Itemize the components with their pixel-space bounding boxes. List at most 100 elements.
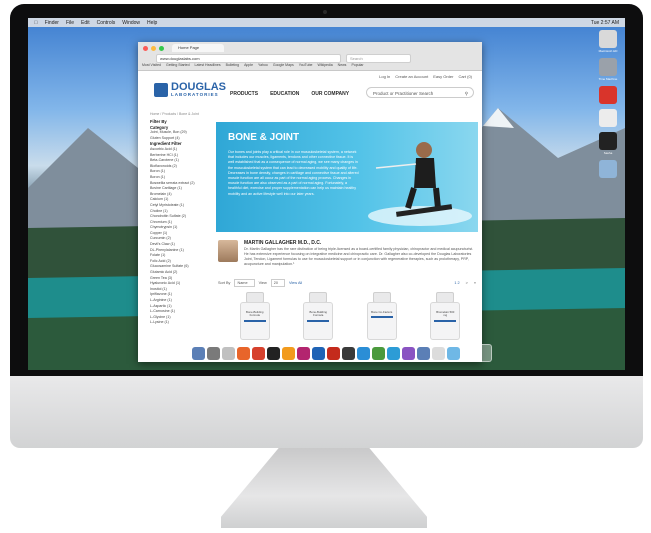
view-all-link[interactable]: View All [289, 281, 302, 285]
bookmark-item[interactable]: Latest Headlines [195, 63, 221, 69]
dock-app-icon[interactable] [222, 347, 235, 360]
browser-search[interactable]: Search [346, 54, 411, 63]
menu-edit[interactable]: Edit [81, 20, 90, 26]
desktop-icon[interactable] [599, 86, 617, 104]
dock-app-icon[interactable] [417, 347, 430, 360]
view-select[interactable]: 20 [270, 278, 285, 287]
bookmark-item[interactable]: YouTube [299, 63, 313, 69]
display-bezel:  Finder File Edit Controls Window Help … [10, 4, 643, 376]
imac-chin [10, 376, 643, 448]
product-search-input[interactable]: Product or Practitioner Search ⚲ [366, 87, 474, 98]
water-skier-image [368, 142, 472, 226]
search-icon: ⚲ [464, 91, 468, 96]
mac-menubar:  Finder File Edit Controls Window Help … [28, 18, 625, 27]
dock-app-icon[interactable] [312, 347, 325, 360]
desktop-icon[interactable]: Sasha [599, 132, 617, 155]
logo-line2: LABORATORIES [171, 92, 219, 97]
menubar-clock[interactable]: Tue 2:57 AM [591, 20, 619, 26]
bookmark-item[interactable]: Bulleting [226, 63, 239, 69]
product-bottle[interactable]: Bromelain 500 mg [428, 292, 461, 340]
page-numbers[interactable]: 1 2 [454, 281, 459, 285]
nav-education[interactable]: EDUCATION [270, 91, 299, 97]
easy-order-link[interactable]: Easy Order [433, 74, 453, 79]
bookmark-item[interactable]: News [338, 63, 347, 69]
dock-app-icon[interactable] [357, 347, 370, 360]
dock-app-icon[interactable] [432, 347, 445, 360]
window-controls [143, 46, 164, 51]
hero-title: BONE & JOINT [228, 132, 300, 143]
desktop-icon-label: Time Machine [598, 77, 618, 81]
next-page-button[interactable]: > [466, 281, 468, 285]
product-name: Bromelain 500 mg [434, 310, 456, 322]
create-account-link[interactable]: Create an Account [395, 74, 428, 79]
nav-products[interactable]: PRODUCTS [230, 91, 258, 97]
desktop-icons: Macintosh HD Time Machine Sasha [595, 30, 621, 178]
bookmark-item[interactable]: Wikipedia [317, 63, 332, 69]
apple-icon[interactable]:  [34, 20, 38, 26]
last-page-button[interactable]: » [474, 281, 476, 285]
menu-help[interactable]: Help [147, 20, 157, 26]
bookmark-item[interactable]: Apple [244, 63, 253, 69]
pagination: 1 2 > » [454, 281, 476, 285]
url-bar[interactable]: www.douglaslabs.com [156, 54, 341, 63]
account-links: Log In Create an Account Easy Order Cart… [379, 74, 472, 79]
drive-icon [599, 109, 617, 127]
dock-app-icon[interactable] [447, 347, 460, 360]
sort-select[interactable]: Name [234, 278, 255, 287]
author-name[interactable]: MARTIN GALLAGHER M.D., D.C. [244, 240, 321, 246]
product-name: Bone-Building Formula [244, 310, 266, 322]
view-label: View [258, 280, 267, 285]
nav-our-company[interactable]: OUR COMPANY [311, 91, 349, 97]
dock-app-icon[interactable] [192, 347, 205, 360]
dock-app-icon[interactable] [372, 347, 385, 360]
product-name: Bone Co-Factors [371, 310, 393, 318]
dock-app-icon[interactable] [387, 347, 400, 360]
login-link[interactable]: Log In [379, 74, 390, 79]
bookmark-item[interactable]: Yahoo [258, 63, 268, 69]
bookmark-item[interactable]: Most Visited [142, 63, 161, 69]
dock-app-icon[interactable] [282, 347, 295, 360]
bookmark-item[interactable]: Popular [351, 63, 363, 69]
cart-link[interactable]: Cart (0) [458, 74, 472, 79]
menu-file[interactable]: File [66, 20, 74, 26]
dock-app-icon[interactable] [327, 347, 340, 360]
breadcrumb: Home / Products / Bone & Joint [150, 112, 199, 116]
browser-window: Home Page www.douglaslabs.com Search Mos… [138, 42, 482, 362]
sort-bar: Sort By Name View 20 View All 1 2 > » [218, 278, 476, 287]
desktop-icon[interactable]: Macintosh HD [598, 30, 617, 53]
desktop-icon[interactable] [599, 109, 617, 127]
imac-stand [221, 448, 427, 528]
author-avatar [218, 240, 238, 262]
bookmark-item[interactable]: Getting Started [166, 63, 190, 69]
desktop-icon[interactable] [599, 160, 617, 178]
bookmark-item[interactable]: Google Maps [273, 63, 294, 69]
browser-tab[interactable]: Home Page [172, 44, 224, 52]
menu-controls[interactable]: Controls [97, 20, 116, 26]
dock-app-icon[interactable] [402, 347, 415, 360]
author-bio: Dr. Martin Gallagher has the rare distin… [244, 247, 474, 266]
menu-finder[interactable]: Finder [45, 20, 59, 26]
filter-sidebar: Filter By Category Joint, Muscle, Bon (2… [150, 119, 208, 326]
bookmarks-bar: Most Visited Getting Started Latest Headli… [142, 63, 478, 69]
dock-app-icon[interactable] [237, 347, 250, 360]
zoom-button[interactable] [159, 46, 164, 51]
close-button[interactable] [143, 46, 148, 51]
desktop-screen:  Finder File Edit Controls Window Help … [28, 18, 625, 370]
minimize-button[interactable] [151, 46, 156, 51]
site-logo[interactable]: DOUGLAS LABORATORIES [154, 82, 226, 98]
dock-app-icon[interactable] [267, 347, 280, 360]
camera-dot [323, 10, 327, 14]
product-bottle[interactable]: Bone Co-Factors [365, 292, 397, 340]
desktop-icon[interactable]: Time Machine [598, 58, 618, 81]
product-bottle[interactable]: Bone-Building Formula [301, 292, 334, 340]
dock-app-icon[interactable] [342, 347, 355, 360]
ingredient-filter-item[interactable]: L-Lysine (1) [150, 320, 208, 326]
menu-window[interactable]: Window [122, 20, 140, 26]
product-grid: Bone-Building Formula Bone-Building Formu… [222, 292, 476, 340]
dock-app-icon[interactable] [297, 347, 310, 360]
product-bottle[interactable]: Bone-Building Formula [238, 292, 270, 340]
product-name: Bone-Building Formula [307, 310, 329, 322]
dock-app-icon[interactable] [252, 347, 265, 360]
bottle-body: Bromelain 500 mg [430, 302, 461, 340]
dock-app-icon[interactable] [207, 347, 220, 360]
